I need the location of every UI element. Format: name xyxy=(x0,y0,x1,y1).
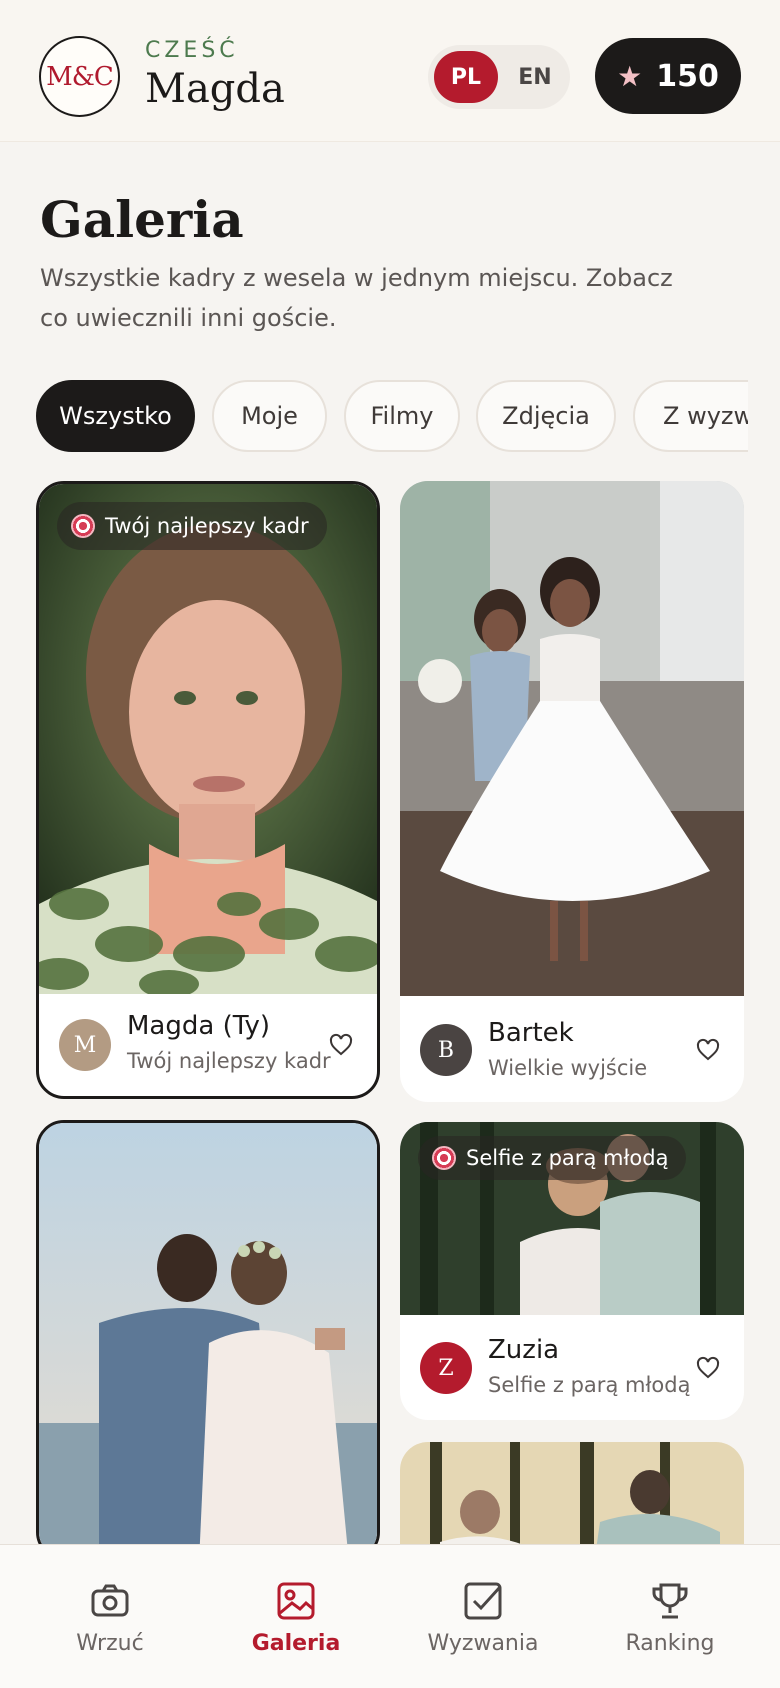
page-subtitle: Wszystkie kadry z wesela w jednym miejsc… xyxy=(40,264,673,332)
user-name: Magda xyxy=(145,66,285,112)
nav-gallery-label: Galeria xyxy=(251,1631,341,1656)
greeting-label: CZEŚĆ xyxy=(145,38,239,63)
gallery-card[interactable]: B Bartek Wielkie wyjście xyxy=(400,481,744,1102)
filter-all[interactable]: Wszystko xyxy=(36,380,195,452)
photo-badge: Selfie z parą młodą xyxy=(418,1136,687,1180)
nav-challenges-label: Wyzwania xyxy=(427,1631,539,1656)
nav-ranking-label: Ranking xyxy=(625,1631,715,1656)
checkbox-icon xyxy=(464,1582,502,1620)
lang-en-button[interactable]: EN xyxy=(506,51,564,103)
photo-bride-walk[interactable] xyxy=(400,481,744,996)
photo-caption: Wielkie wyjście xyxy=(488,1056,648,1080)
author-name: Magda (Ty) xyxy=(127,1011,271,1041)
badge-label: Twój najlepszy kadr xyxy=(105,514,309,538)
author-name: Zuzia xyxy=(488,1335,560,1365)
lang-pl-button[interactable]: PL xyxy=(434,51,498,103)
photo-caption: Twój najlepszy kadr xyxy=(127,1049,331,1073)
gallery-card[interactable]: Selfie z parą młodą Z Zuzia Selfie z par… xyxy=(400,1122,744,1420)
card-footer: Z Zuzia Selfie z parą młodą xyxy=(400,1315,744,1420)
filter-mine[interactable]: Moje xyxy=(212,380,327,452)
filter-videos[interactable]: Filmy xyxy=(344,380,460,452)
page-title: Galeria xyxy=(40,190,244,249)
heart-icon[interactable] xyxy=(329,1033,353,1057)
target-icon xyxy=(71,514,95,538)
avatar: Z xyxy=(420,1342,472,1394)
camera-icon xyxy=(91,1584,129,1617)
target-icon xyxy=(432,1146,456,1170)
photo-couple-sea[interactable] xyxy=(39,1123,377,1557)
trophy-icon xyxy=(652,1583,688,1619)
nav-gallery[interactable]: Galeria xyxy=(211,1581,381,1656)
heart-icon[interactable] xyxy=(696,1038,720,1062)
nav-upload[interactable]: Wrzuć xyxy=(25,1581,195,1656)
avatar: B xyxy=(420,1024,472,1076)
filter-chips: Wszystko Moje Filmy Zdjęcia Z wyzwań xyxy=(36,380,748,452)
photo-selfie[interactable]: Selfie z parą młodą xyxy=(400,1122,744,1315)
gallery-card[interactable]: Twój najlepszy kadr M Magda (Ty) Twój na… xyxy=(36,481,380,1099)
language-toggle: PL EN xyxy=(428,45,570,109)
photo-badge: Twój najlepszy kadr xyxy=(57,502,327,550)
heart-icon[interactable] xyxy=(696,1356,720,1380)
gallery-card[interactable] xyxy=(36,1120,380,1560)
filter-photos[interactable]: Zdjęcia xyxy=(476,380,616,452)
star-icon: ★ xyxy=(617,59,643,93)
photo-portrait[interactable]: Twój najlepszy kadr xyxy=(39,484,377,994)
avatar: M xyxy=(59,1019,111,1071)
nav-upload-label: Wrzuć xyxy=(76,1631,144,1656)
card-footer: B Bartek Wielkie wyjście xyxy=(400,996,744,1102)
nav-challenges[interactable]: Wyzwania xyxy=(398,1581,568,1656)
image-icon xyxy=(277,1582,315,1620)
nav-ranking[interactable]: Ranking xyxy=(585,1581,755,1656)
badge-label: Selfie z parą młodą xyxy=(466,1146,669,1170)
bottom-navigation: Wrzuć Galeria Wyzwania Ranking xyxy=(0,1544,780,1688)
photo-caption: Selfie z parą młodą xyxy=(488,1373,691,1397)
points-value: 150 xyxy=(656,58,719,94)
card-footer: M Magda (Ty) Twój najlepszy kadr xyxy=(39,991,377,1096)
filter-challenges[interactable]: Z wyzwań xyxy=(633,380,748,452)
logo-text: M&C xyxy=(46,61,114,92)
app-header: M&C CZEŚĆ Magda PL EN ★ 150 xyxy=(0,0,780,142)
author-name: Bartek xyxy=(488,1018,574,1048)
couple-logo[interactable]: M&C xyxy=(39,36,120,117)
points-badge[interactable]: ★ 150 xyxy=(595,38,741,114)
